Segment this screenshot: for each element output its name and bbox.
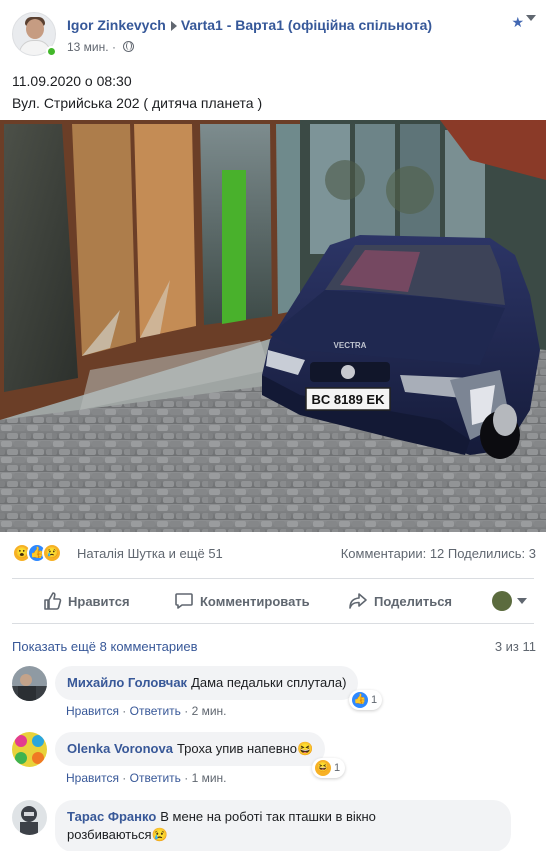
- comment-bubble: Olenka Voronova Троха упив напевно😆: [55, 732, 326, 766]
- post-timestamp[interactable]: 13 мин.: [67, 40, 109, 54]
- divider: [12, 578, 534, 579]
- post-meta: 13 мин. ·: [67, 40, 135, 54]
- comment-text: В мене на роботі так пташки в вікно: [160, 809, 376, 824]
- post-actions: Нравится Комментировать Поделиться: [12, 580, 534, 622]
- divider: [12, 623, 534, 624]
- comment-actions: Нравится · Ответить · 1 мин.: [66, 771, 227, 785]
- like-button-label: Нравится: [68, 593, 130, 609]
- comment-bubble: Михайло Головчак Дама педальки сплутала): [55, 666, 359, 700]
- comment-text: розбиваються😢: [67, 827, 168, 842]
- comment-time[interactable]: 2 мин.: [192, 704, 227, 718]
- comment-button[interactable]: Комментировать: [174, 580, 310, 622]
- comment-count: 3 из 11: [494, 639, 536, 654]
- play-arrow-icon: [170, 20, 177, 31]
- post-photo[interactable]: BC 8189 EK VECTRA: [0, 120, 546, 532]
- online-status-icon: [46, 46, 57, 57]
- thumbs-up-icon: [44, 592, 62, 610]
- comment-button-label: Комментировать: [200, 593, 310, 609]
- crashed-car-photo: BC 8189 EK VECTRA: [0, 120, 546, 532]
- commenter-name[interactable]: Тарас Франко: [67, 809, 156, 824]
- commenter-avatar[interactable]: [12, 666, 47, 701]
- comment-reply-link[interactable]: Ответить: [130, 771, 181, 785]
- comment-reaction-count: 1: [334, 762, 341, 774]
- commenter-avatar[interactable]: [12, 800, 47, 835]
- post-text: 11.09.2020 о 08:30 Вул. Стрийська 202 ( …: [12, 70, 262, 114]
- author-name-link[interactable]: Igor Zinkevych: [67, 17, 166, 33]
- reactions-summary: 😮 👍 😢 Наталія Шутка и ещё 51 Комментарии…: [12, 542, 536, 566]
- caret-down-icon: [517, 598, 527, 604]
- comment-reactions[interactable]: 😆 1: [312, 758, 346, 778]
- share-arrow-icon: [349, 593, 367, 609]
- license-plate-text: BC 8189 EK: [312, 392, 386, 407]
- comment-actions: Нравится · Ответить · 2 мин.: [66, 704, 227, 718]
- like-icon: 👍: [352, 692, 368, 708]
- share-button-label: Поделиться: [374, 593, 453, 609]
- commenter-name[interactable]: Olenka Voronova: [67, 741, 173, 756]
- globe-icon: [123, 41, 135, 52]
- comment-reactions[interactable]: 👍 1: [349, 690, 383, 710]
- meta-separator: ·: [111, 40, 116, 54]
- comment-bubble: Тарас Франко В мене на роботі так пташки …: [55, 800, 511, 851]
- post-title-line: Igor Zinkevych Varta1 - Варта1 (офіційна …: [67, 17, 432, 33]
- share-button[interactable]: Поделиться: [348, 580, 452, 622]
- comment-like-link[interactable]: Нравится: [66, 771, 119, 785]
- sad-icon[interactable]: 😢: [42, 543, 62, 563]
- hood-badge-text: VECTRA: [334, 341, 367, 350]
- comment-reply-link[interactable]: Ответить: [130, 704, 181, 718]
- view-more-comments-link[interactable]: Показать ещё 8 комментариев: [12, 639, 198, 654]
- comments-shares-stats[interactable]: Комментарии: 12 Поделились: 3: [341, 546, 536, 561]
- chevron-down-icon[interactable]: [526, 15, 536, 21]
- comment-text: Дама педальки сплутала): [191, 675, 347, 690]
- comment-reaction-count: 1: [371, 694, 378, 706]
- commenter-avatar[interactable]: [12, 732, 47, 767]
- post-header: Igor Zinkevych Varta1 - Варта1 (офіційна …: [12, 12, 536, 60]
- comment-time[interactable]: 1 мин.: [192, 771, 227, 785]
- like-button[interactable]: Нравится: [42, 580, 130, 622]
- haha-icon: 😆: [315, 760, 331, 776]
- star-icon[interactable]: ★: [511, 14, 524, 31]
- comment-bubble-icon: [175, 593, 193, 609]
- post-text-line: 11.09.2020 о 08:30: [12, 73, 132, 89]
- reactors-link[interactable]: Наталія Шутка и ещё 51: [77, 546, 223, 561]
- post-as-selector[interactable]: [492, 580, 527, 622]
- group-name-link[interactable]: Varta1 - Варта1 (офіційна спільнота): [181, 17, 432, 33]
- comment-text: Троха упив напевно😆: [176, 741, 314, 756]
- comment-like-link[interactable]: Нравится: [66, 704, 119, 718]
- post-text-line: Вул. Стрийська 202 ( дитяча планета ): [12, 95, 263, 111]
- user-avatar: [492, 591, 512, 611]
- commenter-name[interactable]: Михайло Головчак: [67, 675, 187, 690]
